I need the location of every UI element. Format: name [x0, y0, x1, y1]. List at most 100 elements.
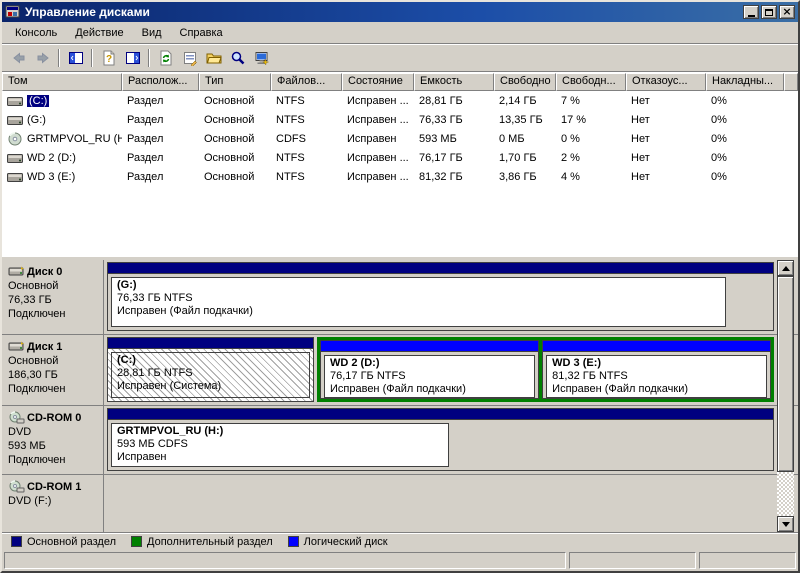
volume-name: (G:): [27, 114, 46, 126]
volume-status: Исправен ...: [342, 171, 414, 183]
computer-management-button[interactable]: [250, 47, 273, 69]
column-header-free-pct[interactable]: Свободн...: [556, 73, 626, 91]
volume-status: Исправен ...: [342, 95, 414, 107]
disk-status: Подключен: [8, 307, 101, 321]
show-hide-action-pane-button[interactable]: [121, 47, 144, 69]
volume-location: Раздел: [122, 133, 199, 145]
volume-free: 0 МБ: [494, 133, 556, 145]
volume-name: WD 2 (D:): [27, 152, 76, 164]
disk-0-label[interactable]: Диск 0 Основной 76,33 ГБ Подключен: [2, 260, 104, 334]
maximize-button[interactable]: [761, 5, 777, 19]
volume-status: Исправен ...: [342, 114, 414, 126]
partition-status: Исправен (Файл подкачки): [330, 383, 529, 396]
volume-fs: NTFS: [271, 95, 342, 107]
legend-label: Дополнительный раздел: [147, 536, 273, 548]
partition-d[interactable]: WD 2 (D:) 76,17 ГБ NTFS Исправен (Файл п…: [320, 340, 539, 399]
column-header-type[interactable]: Тип: [199, 73, 271, 91]
toolbar-separator: [91, 49, 93, 67]
disk-type: Основной: [8, 279, 101, 293]
back-icon: [11, 50, 27, 66]
disk-type: DVD (F:): [8, 494, 101, 508]
legend-label: Основной раздел: [27, 536, 116, 548]
show-hide-console-tree-button[interactable]: [64, 47, 87, 69]
scrollbar-thumb[interactable]: [777, 276, 794, 472]
cdrom-0-label[interactable]: CD-ROM 0 DVD 593 МБ Подключен: [2, 406, 104, 474]
partition-g[interactable]: (G:) 76,33 ГБ NTFS Исправен (Файл подкач…: [107, 262, 774, 331]
partition-size: 593 МБ CDFS: [117, 438, 443, 451]
partition-c-selected[interactable]: (C:) 28,81 ГБ NTFS Исправен (Система): [107, 337, 314, 402]
volume-location: Раздел: [122, 95, 199, 107]
toolbar-separator: [148, 49, 150, 67]
scroll-down-button[interactable]: [777, 516, 794, 532]
menu-action[interactable]: Действие: [66, 25, 132, 41]
partition-name: (C:): [117, 354, 304, 367]
partition-e[interactable]: WD 3 (E:) 81,32 ГБ NTFS Исправен (Файл п…: [542, 340, 771, 399]
maximize-icon: [765, 9, 773, 16]
volume-location: Раздел: [122, 114, 199, 126]
open-folder-icon: [206, 50, 222, 66]
partition-status: Исправен (Файл подкачки): [117, 305, 720, 318]
column-header-location[interactable]: Располож...: [122, 73, 199, 91]
open-button[interactable]: [202, 47, 225, 69]
volume-type: Основной: [199, 133, 271, 145]
column-header-status[interactable]: Состояние: [342, 73, 414, 91]
title-bar[interactable]: Управление дисками ×: [2, 2, 798, 22]
volume-fault-tolerance: Нет: [626, 133, 706, 145]
disk-status: Подключен: [8, 382, 101, 396]
disk-1-label[interactable]: Диск 1 Основной 186,30 ГБ Подключен: [2, 335, 104, 405]
partition-status: Исправен (Система): [117, 380, 304, 393]
forward-button[interactable]: [31, 47, 54, 69]
help-topics-button[interactable]: ?: [97, 47, 120, 69]
cdrom-1-label[interactable]: CD-ROM 1 DVD (F:): [2, 475, 104, 532]
hard-drive-icon: [7, 114, 23, 126]
volume-row-h[interactable]: GRTMPVOL_RU (H:) Раздел Основной CDFS Ис…: [2, 129, 798, 148]
status-bar: [2, 550, 798, 571]
back-button[interactable]: [7, 47, 30, 69]
window-title: Управление дисками: [25, 5, 743, 19]
volume-fs: NTFS: [271, 152, 342, 164]
disk-size: 76,33 ГБ: [8, 293, 101, 307]
column-header-overhead[interactable]: Накладны...: [706, 73, 784, 91]
vertical-scrollbar[interactable]: [777, 260, 794, 532]
volume-overhead: 0%: [706, 95, 784, 107]
column-header-filesystem[interactable]: Файлов...: [271, 73, 342, 91]
menu-console[interactable]: Консоль: [6, 25, 66, 41]
column-header-free[interactable]: Свободно: [494, 73, 556, 91]
properties-button[interactable]: [178, 47, 201, 69]
disk-graphical-pane: Диск 0 Основной 76,33 ГБ Подключен (G:) …: [2, 260, 798, 532]
volume-free-pct: 4 %: [556, 171, 626, 183]
refresh-button[interactable]: [154, 47, 177, 69]
hard-disk-icon: [8, 340, 25, 353]
minimize-button[interactable]: [743, 5, 759, 19]
extended-partition-container: WD 2 (D:) 76,17 ГБ NTFS Исправен (Файл п…: [317, 337, 774, 402]
partition-h[interactable]: GRTMPVOL_RU (H:) 593 МБ CDFS Исправен: [107, 408, 774, 471]
column-header-fault-tolerance[interactable]: Отказоус...: [626, 73, 706, 91]
column-header-capacity[interactable]: Емкость: [414, 73, 494, 91]
zoom-view-button[interactable]: [226, 47, 249, 69]
partition-name: WD 3 (E:): [552, 357, 761, 370]
logical-disk-bar: [321, 341, 538, 352]
minimize-icon: [748, 15, 755, 17]
volume-name: WD 3 (E:): [27, 171, 75, 183]
legend-extended-partition: Дополнительный раздел: [131, 536, 273, 548]
menu-view[interactable]: Вид: [133, 25, 171, 41]
volume-row-g[interactable]: (G:) Раздел Основной NTFS Исправен ... 7…: [2, 110, 798, 129]
scroll-up-button[interactable]: [777, 260, 794, 276]
volume-status: Исправен: [342, 133, 414, 145]
volume-row-c[interactable]: (C:) Раздел Основной NTFS Исправен ... 2…: [2, 91, 798, 110]
menu-help[interactable]: Справка: [171, 25, 232, 41]
volume-row-d[interactable]: WD 2 (D:) Раздел Основной NTFS Исправен …: [2, 148, 798, 167]
show-hide-console-tree-icon: [68, 50, 84, 66]
volume-free-pct: 2 %: [556, 152, 626, 164]
partition-size: 81,32 ГБ NTFS: [552, 370, 761, 383]
volume-overhead: 0%: [706, 171, 784, 183]
cdrom-row-0: CD-ROM 0 DVD 593 МБ Подключен GRTMPVOL_R…: [2, 406, 798, 475]
hard-drive-icon: [7, 95, 23, 107]
volume-row-e[interactable]: WD 3 (E:) Раздел Основной NTFS Исправен …: [2, 167, 798, 186]
cd-rom-drive-icon: [8, 411, 25, 424]
status-panel-2: [569, 552, 696, 569]
primary-partition-bar: [108, 263, 773, 274]
close-button[interactable]: ×: [779, 5, 795, 19]
column-header-volume[interactable]: Том: [2, 73, 122, 91]
partition-name: GRTMPVOL_RU (H:): [117, 425, 443, 438]
